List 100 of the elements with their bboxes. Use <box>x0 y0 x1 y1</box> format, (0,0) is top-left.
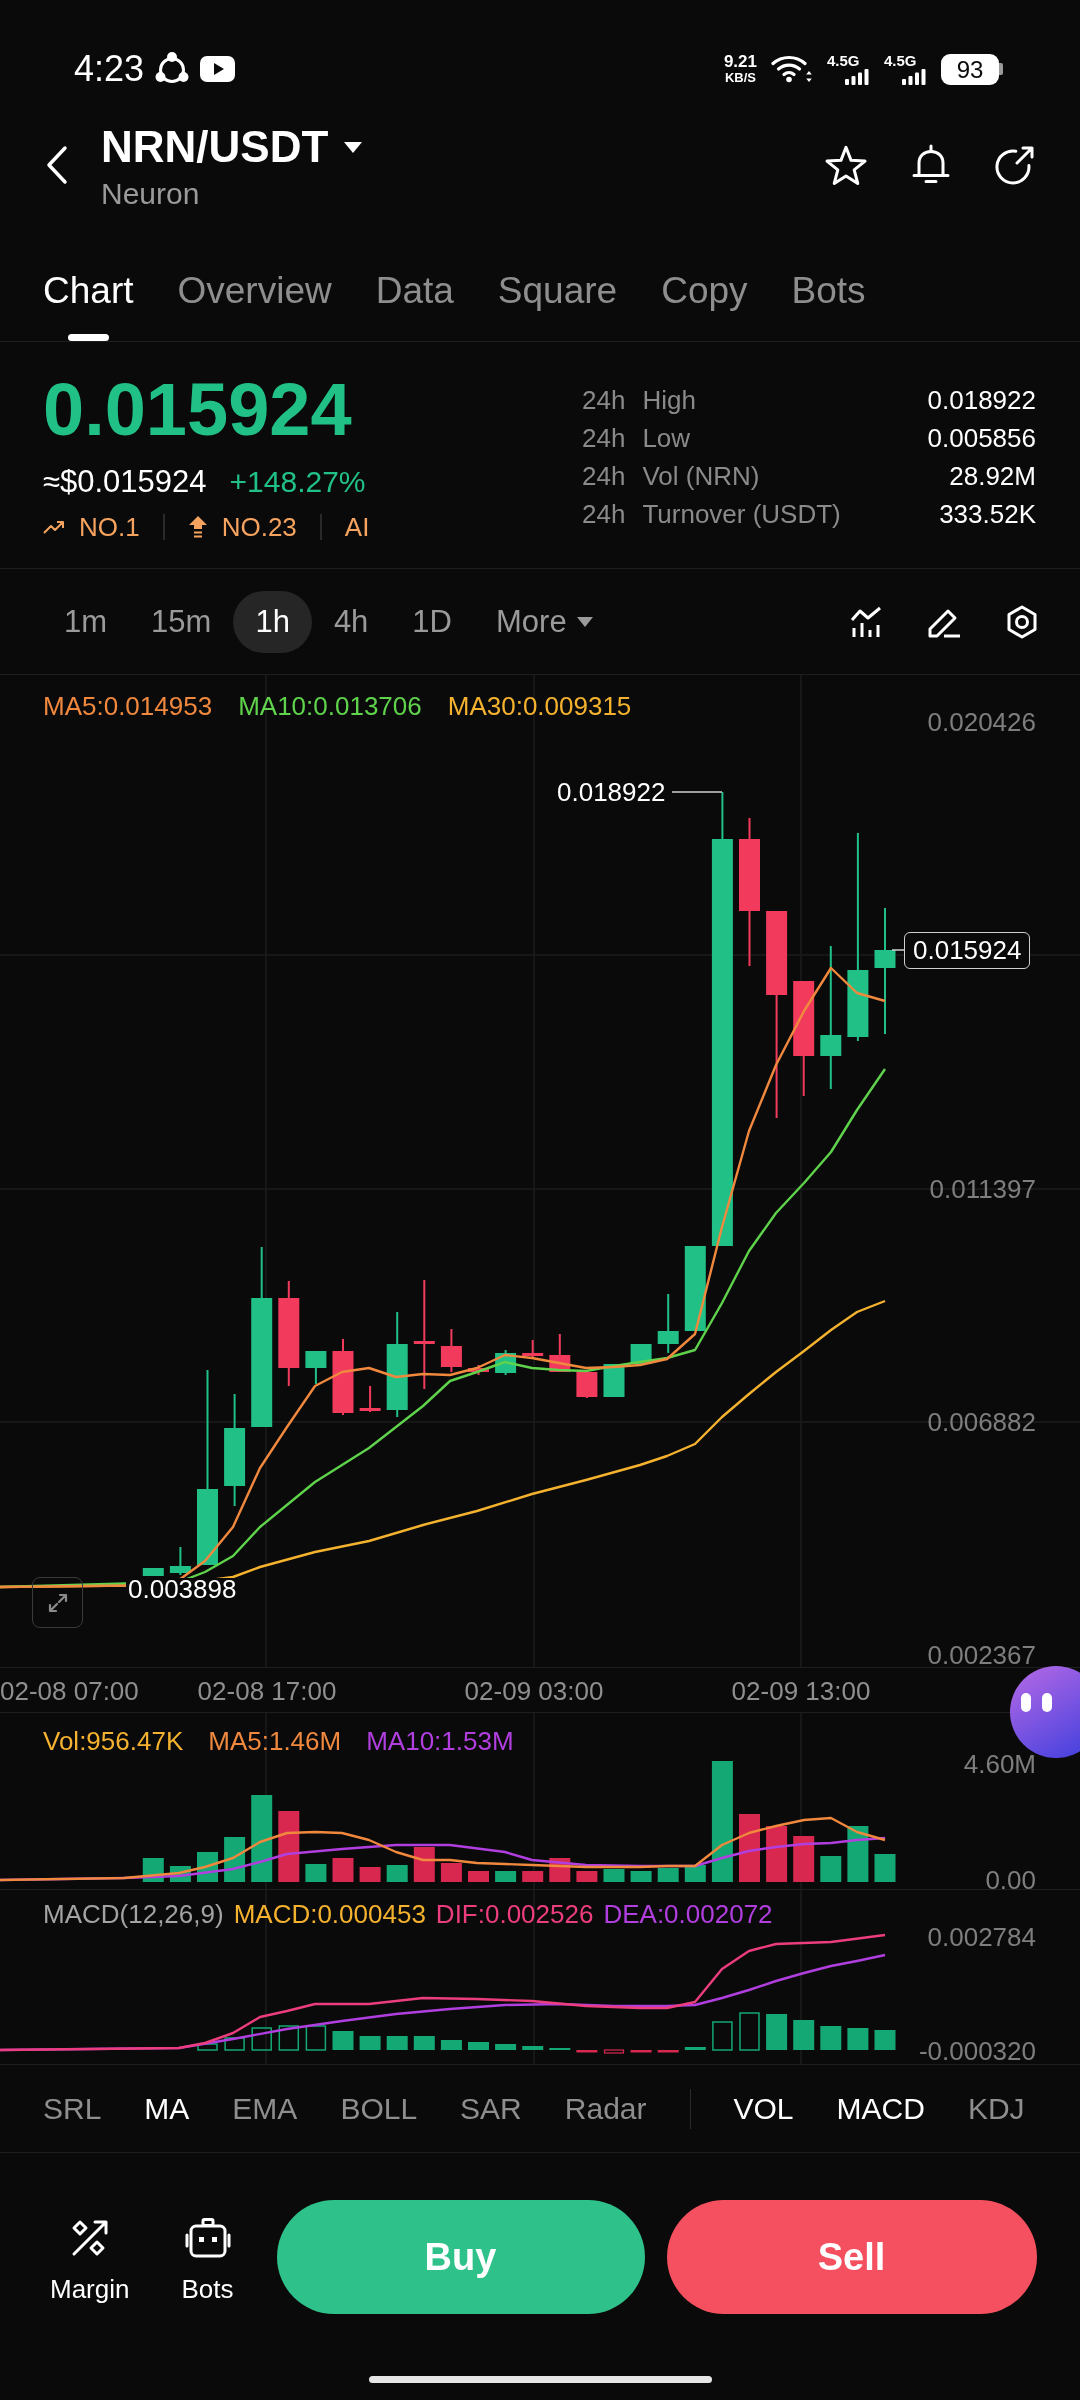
volume-bar <box>793 1836 815 1882</box>
candle <box>576 1371 598 1399</box>
candle <box>142 1567 164 1577</box>
stat-value: 333.52K <box>939 498 1036 530</box>
rank-badge[interactable]: AI <box>344 511 370 543</box>
volume-bar <box>468 1871 489 1882</box>
shortcut-button[interactable]: Margin <box>50 2200 130 2304</box>
indicator-tab[interactable]: VOL <box>733 2090 794 2127</box>
volume-bar <box>305 1864 327 1882</box>
legend-label: Vol:956.47K <box>43 1726 184 1756</box>
last-price: 0.015924 <box>43 370 352 450</box>
stat-period: 24h <box>582 460 626 492</box>
shortcut-button[interactable]: Bots <box>181 2200 234 2304</box>
volume-bar <box>278 1811 300 1882</box>
settings-icon[interactable] <box>1006 604 1038 639</box>
candle <box>169 1546 191 1576</box>
wifi-icon <box>771 54 812 84</box>
trending-up-icon <box>43 520 65 534</box>
tab[interactable]: Copy <box>661 269 748 341</box>
histogram-bar <box>712 2021 733 2051</box>
time-label: 02-09 03:00 <box>464 1676 604 1706</box>
indicator-tab[interactable]: SRL <box>43 2090 102 2127</box>
coin-name: Neuron <box>101 176 201 212</box>
volume-bar <box>874 1854 896 1882</box>
indicator-tab[interactable]: MACD <box>836 2090 925 2127</box>
tab[interactable]: Square <box>497 269 618 341</box>
tab[interactable]: Overview <box>177 269 332 341</box>
volume-bar <box>576 1871 598 1882</box>
volume-bar <box>847 1826 869 1882</box>
stat-value: 0.018922 <box>927 384 1036 416</box>
histogram-bar <box>603 2049 625 2054</box>
caret-icon[interactable] <box>344 141 363 153</box>
legend-label: DEA:0.002072 <box>603 1899 773 1929</box>
histogram-bar <box>847 2028 869 2050</box>
axis-label: 0.020426 <box>927 709 1036 735</box>
histogram-bar <box>793 2020 815 2050</box>
stat-value: 0.005856 <box>927 422 1036 454</box>
legend-label: MA10:0.013706 <box>238 691 422 721</box>
indicator-chart-icon[interactable] <box>850 605 882 638</box>
indicator-tab[interactable]: SAR <box>460 2090 522 2127</box>
legend-label: MA5:0.014953 <box>43 691 213 721</box>
candle <box>522 1339 544 1359</box>
candle <box>305 1350 327 1385</box>
stat-label: Low <box>642 422 691 454</box>
more-button[interactable]: More <box>474 590 615 653</box>
volume-bar <box>522 1871 544 1882</box>
stat-period: 24h <box>582 422 626 454</box>
star-icon[interactable] <box>824 144 868 186</box>
candle <box>440 1328 462 1373</box>
volume-bar <box>684 1865 706 1882</box>
volume-bar <box>766 1826 788 1882</box>
legend-label: MACD:0.000453 <box>233 1899 426 1929</box>
stat-value: 28.92M <box>949 460 1036 492</box>
histogram-bar <box>224 2037 245 2051</box>
axis-label: 0.002784 <box>927 1924 1036 1950</box>
legend-label: MA10:1.53M <box>366 1726 514 1756</box>
candle <box>549 1333 571 1373</box>
tab[interactable]: Data <box>375 269 454 341</box>
histogram-bar <box>576 2050 598 2053</box>
interval-tab[interactable]: 1m <box>42 590 130 653</box>
histogram-bar <box>739 2012 760 2051</box>
histogram-bar <box>522 2046 544 2050</box>
histogram-bar <box>413 2036 435 2050</box>
pair-title[interactable]: NRN/USDT <box>101 121 329 173</box>
histogram-bar <box>305 2025 327 2051</box>
rank-badge[interactable]: NO.1 <box>79 511 140 543</box>
histogram-bar <box>251 2027 272 2051</box>
stat-label: High <box>642 384 696 416</box>
histogram-bar <box>386 2036 408 2050</box>
histogram-bar <box>495 2044 517 2050</box>
axis-label: 0.00 <box>985 1867 1036 1893</box>
leader-line <box>671 791 723 793</box>
histogram-bar <box>657 2050 679 2053</box>
interval-tab[interactable]: 1D <box>390 590 474 653</box>
indicator-tab[interactable]: BOLL <box>340 2090 418 2127</box>
up-arrow-icon <box>187 515 208 539</box>
low-price-label: 0.003898 <box>126 1578 239 1601</box>
histogram-bar <box>197 2043 218 2051</box>
network-speed-unit: KB/S <box>724 71 756 85</box>
histogram-bar <box>359 2036 381 2050</box>
interval-tab[interactable]: 4h <box>311 590 391 653</box>
play-icon <box>200 56 236 82</box>
tab[interactable]: Bots <box>791 269 866 341</box>
volume-bar <box>603 1869 625 1882</box>
bell-icon[interactable] <box>910 144 952 186</box>
indicator-tab[interactable]: Radar <box>564 2090 647 2127</box>
stat-label: Turnover (USDT) <box>642 498 841 530</box>
circular-arrow-icon[interactable] <box>994 144 1036 186</box>
rank-badge[interactable]: NO.23 <box>221 511 297 543</box>
expand-button[interactable] <box>32 1577 83 1628</box>
axis-label: 0.002367 <box>927 1642 1036 1668</box>
histogram-bar <box>820 2026 842 2050</box>
interval-tab[interactable]: 15m <box>129 590 234 653</box>
indicator-tab[interactable]: KDJ <box>967 2090 1025 2127</box>
indicator-tab[interactable]: EMA <box>232 2090 298 2127</box>
indicator-tab[interactable]: MA <box>144 2090 190 2127</box>
stat-period: 24h <box>582 384 626 416</box>
interval-tab[interactable]: 1h <box>233 590 312 653</box>
price-change: +148.27% <box>229 464 366 500</box>
tab[interactable]: Chart <box>43 269 134 341</box>
